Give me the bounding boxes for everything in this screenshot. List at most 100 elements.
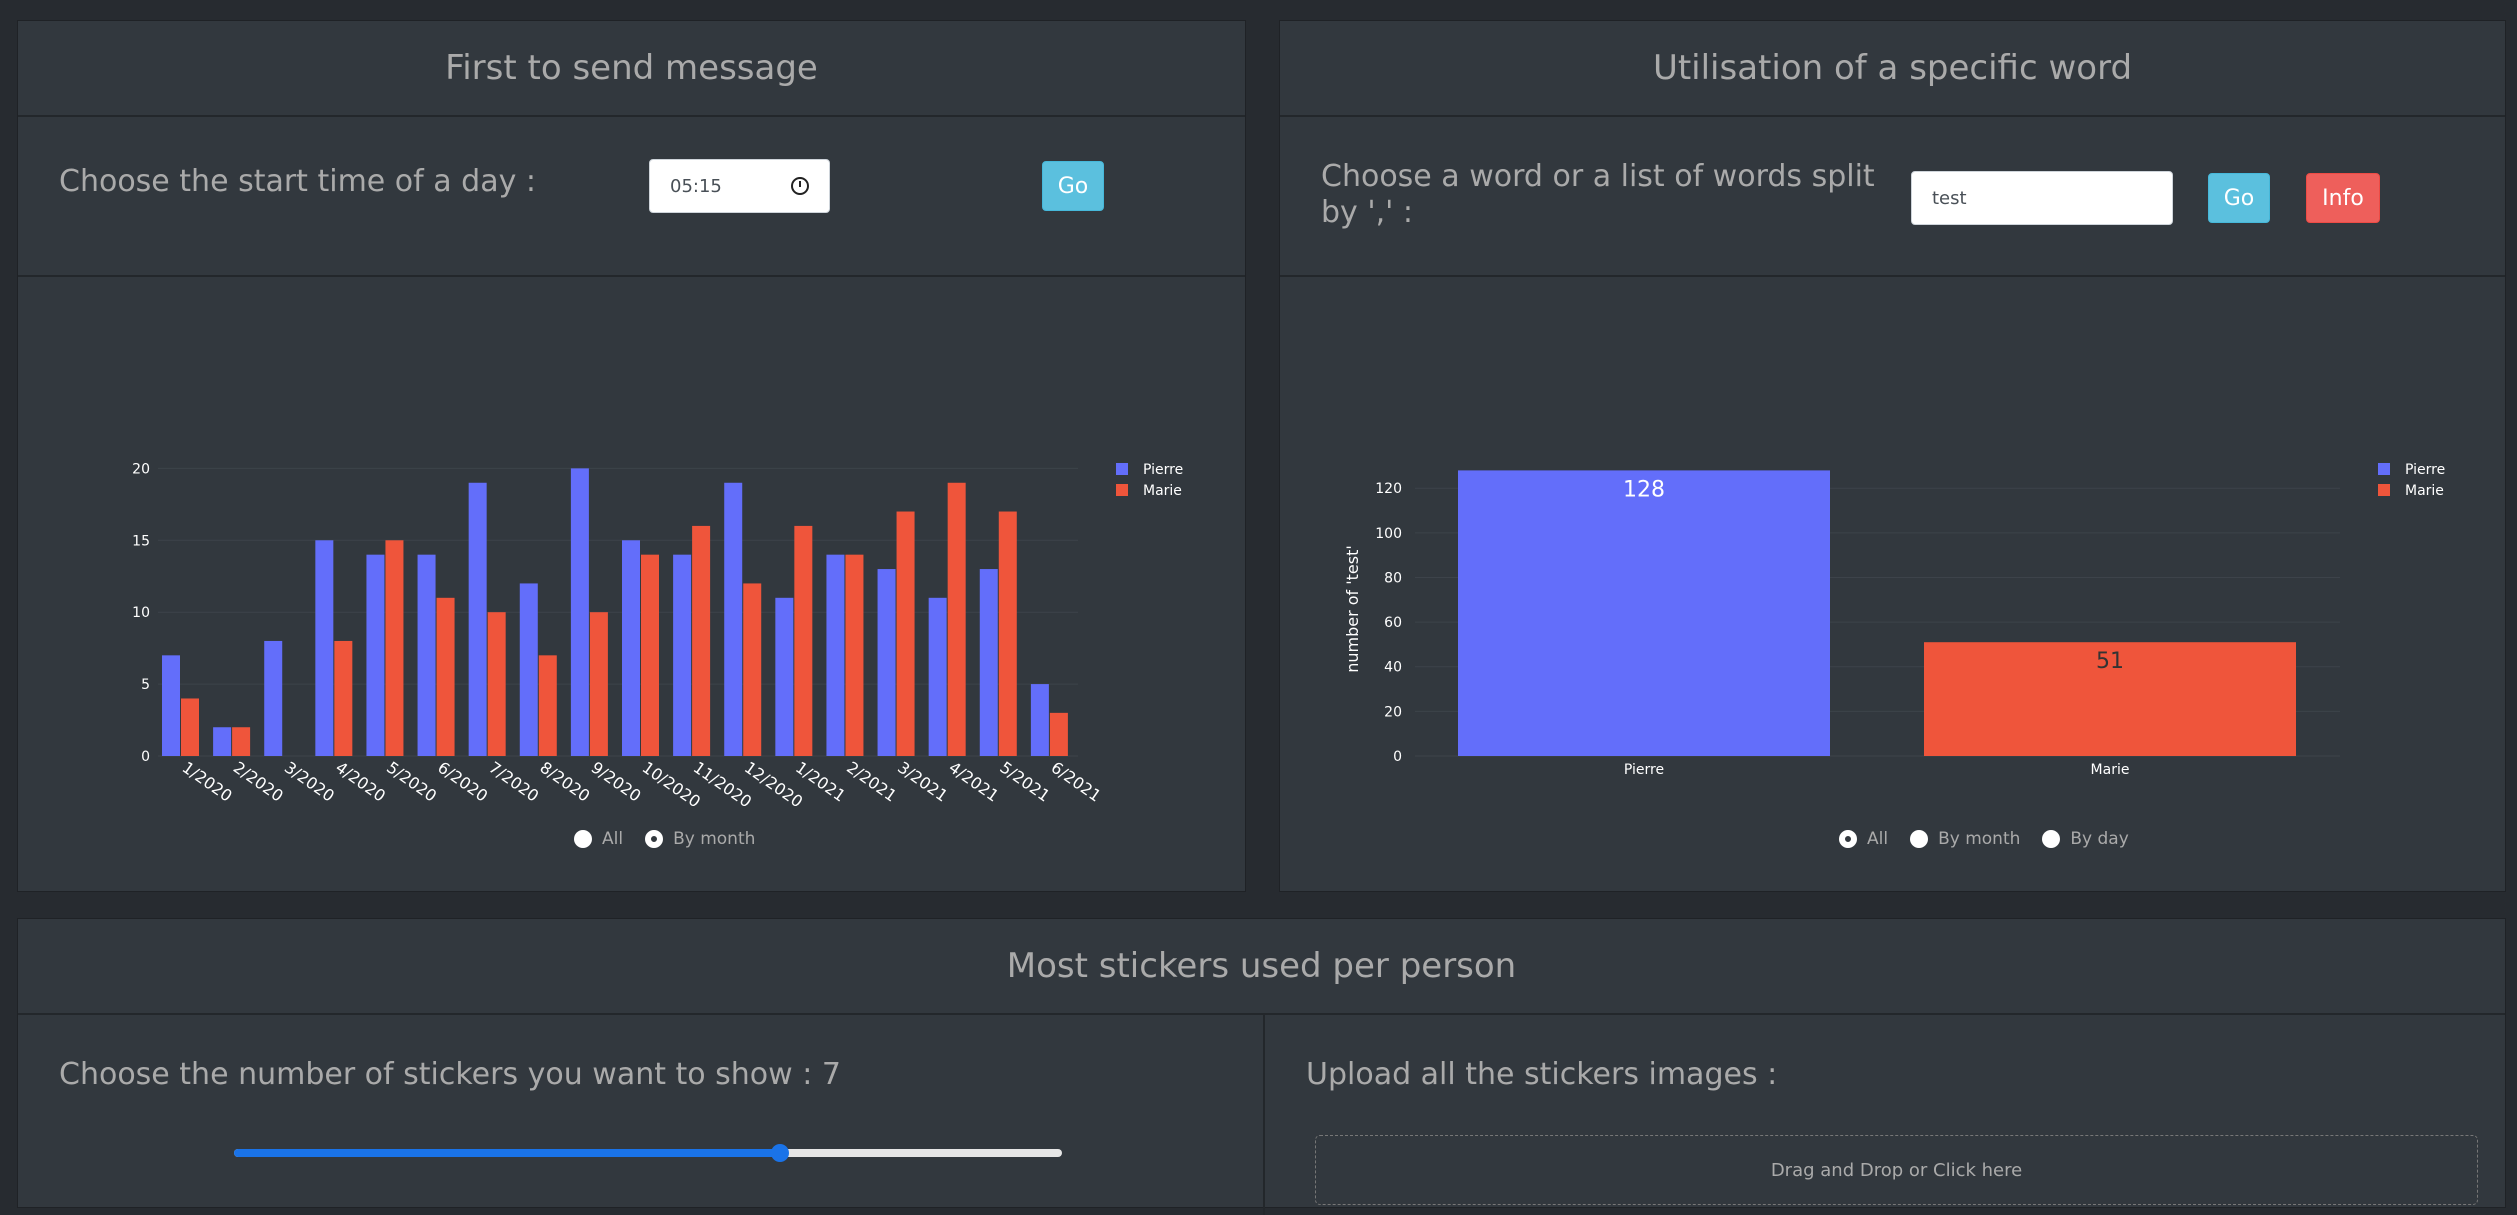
bar-pierre	[1458, 470, 1830, 756]
word-info-button[interactable]: Info	[2306, 173, 2380, 223]
stickers-slider-track[interactable]	[234, 1144, 1062, 1162]
bar-marie	[845, 554, 864, 756]
y-tick-label: 40	[1384, 660, 1402, 676]
x-tick-label: 8/2020	[536, 758, 593, 806]
bar-pierre	[928, 597, 947, 756]
x-tick-label: 1/2020	[179, 758, 236, 806]
stickers-card: Most stickers used per person Choose the…	[17, 918, 2506, 1215]
x-tick-label: 5/2021	[996, 758, 1053, 806]
radio-label: All	[1867, 829, 1889, 849]
first-message-radio-all[interactable]: All	[574, 829, 623, 849]
word-go-button[interactable]: Go	[2208, 173, 2270, 223]
data-label: 128	[1623, 477, 1665, 502]
legend-label: Pierre	[2405, 462, 2445, 478]
x-tick-label: 2/2021	[843, 758, 900, 806]
y-tick-label: 100	[1375, 526, 1402, 542]
word-usage-radio-by-day[interactable]: By day	[2042, 829, 2129, 849]
radio-label: By day	[2070, 829, 2129, 849]
bar-marie	[794, 525, 813, 756]
bar-marie	[1049, 712, 1068, 756]
radio-circle[interactable]	[1910, 830, 1929, 848]
legend-label: Marie	[2405, 483, 2444, 499]
clock-icon[interactable]	[791, 177, 809, 195]
bar-pierre	[1030, 684, 1049, 756]
legend-swatch	[2378, 463, 2390, 475]
legend-swatch	[1116, 463, 1128, 475]
word-usage-chart: 0 20 40 60 80 100 120 number of 'test' 128 Pierre…	[1343, 462, 2445, 778]
first-message-chart: 051015201/20202/20203/20204/20205/20206/…	[132, 461, 1183, 811]
radio-label: By month	[673, 829, 756, 849]
bar-pierre	[673, 554, 692, 756]
bar-pierre	[162, 655, 180, 756]
y-tick-label: 120	[1375, 481, 1402, 497]
bar-marie	[589, 612, 608, 756]
first-message-radio-by-month[interactable]: By month	[645, 829, 755, 849]
bar-pierre	[519, 583, 538, 756]
bar-pierre	[264, 640, 283, 756]
bar-marie	[947, 482, 966, 756]
x-tick-label: 2/2020	[230, 758, 287, 806]
bar-marie	[487, 612, 506, 756]
legend-label: Marie	[1143, 483, 1182, 499]
bar-marie	[692, 525, 711, 756]
x-tick-label: 5/2020	[383, 758, 440, 806]
bar-pierre	[979, 569, 998, 756]
bar-pierre	[724, 482, 743, 756]
y-tick-label: 15	[132, 533, 150, 549]
y-tick-label: 0	[1393, 749, 1402, 765]
word-input[interactable]: test	[1911, 171, 2173, 225]
upload-stickers-label: Upload all the stickers images :	[1306, 1057, 1778, 1092]
x-tick-label: Marie	[2091, 762, 2130, 778]
bar-pierre	[622, 540, 640, 756]
bar-marie	[232, 727, 251, 756]
first-message-radio-group: All By month	[574, 829, 777, 849]
bar-marie	[998, 511, 1017, 756]
x-tick-label: 6/2021	[1048, 758, 1105, 806]
radio-circle[interactable]	[1839, 830, 1857, 848]
radio-circle[interactable]	[2042, 830, 2061, 848]
word-usage-radio-by-month[interactable]: By month	[1910, 829, 2020, 849]
y-tick-label: 0	[141, 749, 150, 765]
x-tick-label: 4/2021	[945, 758, 1002, 806]
radio-label: All	[602, 829, 624, 849]
stickers-dropzone[interactable]: Drag and Drop or Click here	[1315, 1135, 2478, 1205]
legend-swatch	[2378, 484, 2390, 496]
y-axis-label: number of 'test'	[1343, 545, 1362, 673]
stickers-slider-handle[interactable]	[771, 1144, 790, 1162]
x-tick-label: 3/2020	[281, 758, 338, 806]
x-tick-label: 9/2020	[588, 758, 645, 806]
y-tick-label: 20	[1384, 704, 1402, 720]
card-title-first-message: First to send message	[18, 21, 1245, 117]
legend-label: Pierre	[1143, 462, 1183, 478]
radio-circle[interactable]	[574, 830, 592, 848]
bar-marie	[436, 597, 455, 756]
bar-pierre	[570, 468, 589, 756]
word-usage-radio-all[interactable]: All	[1839, 829, 1888, 849]
start-time-input[interactable]: 05:15	[649, 159, 830, 213]
start-time-go-button[interactable]: Go	[1042, 161, 1104, 211]
legend-swatch	[1116, 484, 1128, 496]
x-tick-label: Pierre	[1624, 762, 1664, 778]
y-tick-label: 80	[1384, 570, 1402, 586]
bar-marie	[743, 583, 762, 756]
bar-marie	[181, 698, 199, 756]
start-time-label: Choose the start time of a day :	[59, 164, 536, 199]
stickers-slider-fill	[234, 1149, 781, 1157]
first-message-card: First to send message Choose the start t…	[17, 20, 1246, 892]
bar-pierre	[468, 482, 487, 756]
y-tick-label: 10	[132, 605, 150, 621]
x-tick-label: 6/2020	[434, 758, 491, 806]
bar-pierre	[315, 540, 334, 756]
x-tick-label: 7/2020	[485, 758, 542, 806]
data-label: 51	[2096, 649, 2124, 674]
word-usage-card: Utilisation of a specific word Choose a …	[1279, 20, 2506, 892]
bar-pierre	[826, 554, 845, 756]
bar-pierre	[417, 554, 436, 756]
bar-marie	[385, 540, 404, 756]
x-tick-label: 3/2021	[894, 758, 951, 806]
bar-marie	[641, 554, 659, 756]
radio-circle[interactable]	[645, 830, 664, 848]
bar-marie	[538, 655, 557, 756]
y-tick-label: 60	[1384, 615, 1402, 631]
y-tick-label: 20	[132, 461, 150, 477]
